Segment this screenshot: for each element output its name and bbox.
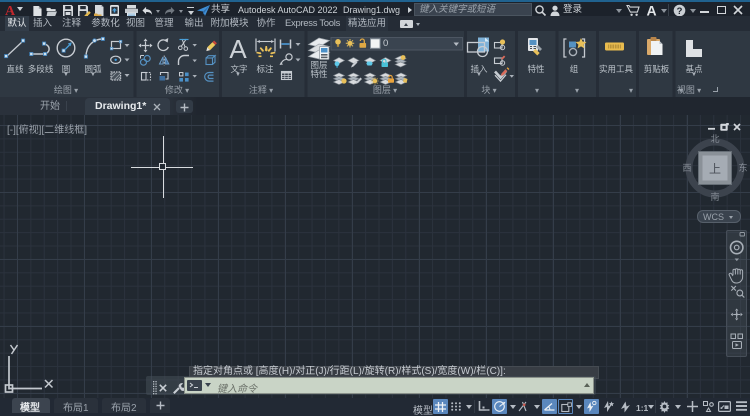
svg-text:北: 北 <box>710 134 719 144</box>
svg-text:上: 上 <box>709 162 721 176</box>
svg-text:A: A <box>229 34 247 64</box>
svg-text:南: 南 <box>710 191 719 202</box>
svg-text:东: 东 <box>738 162 747 173</box>
svg-text:西: 西 <box>682 163 691 173</box>
